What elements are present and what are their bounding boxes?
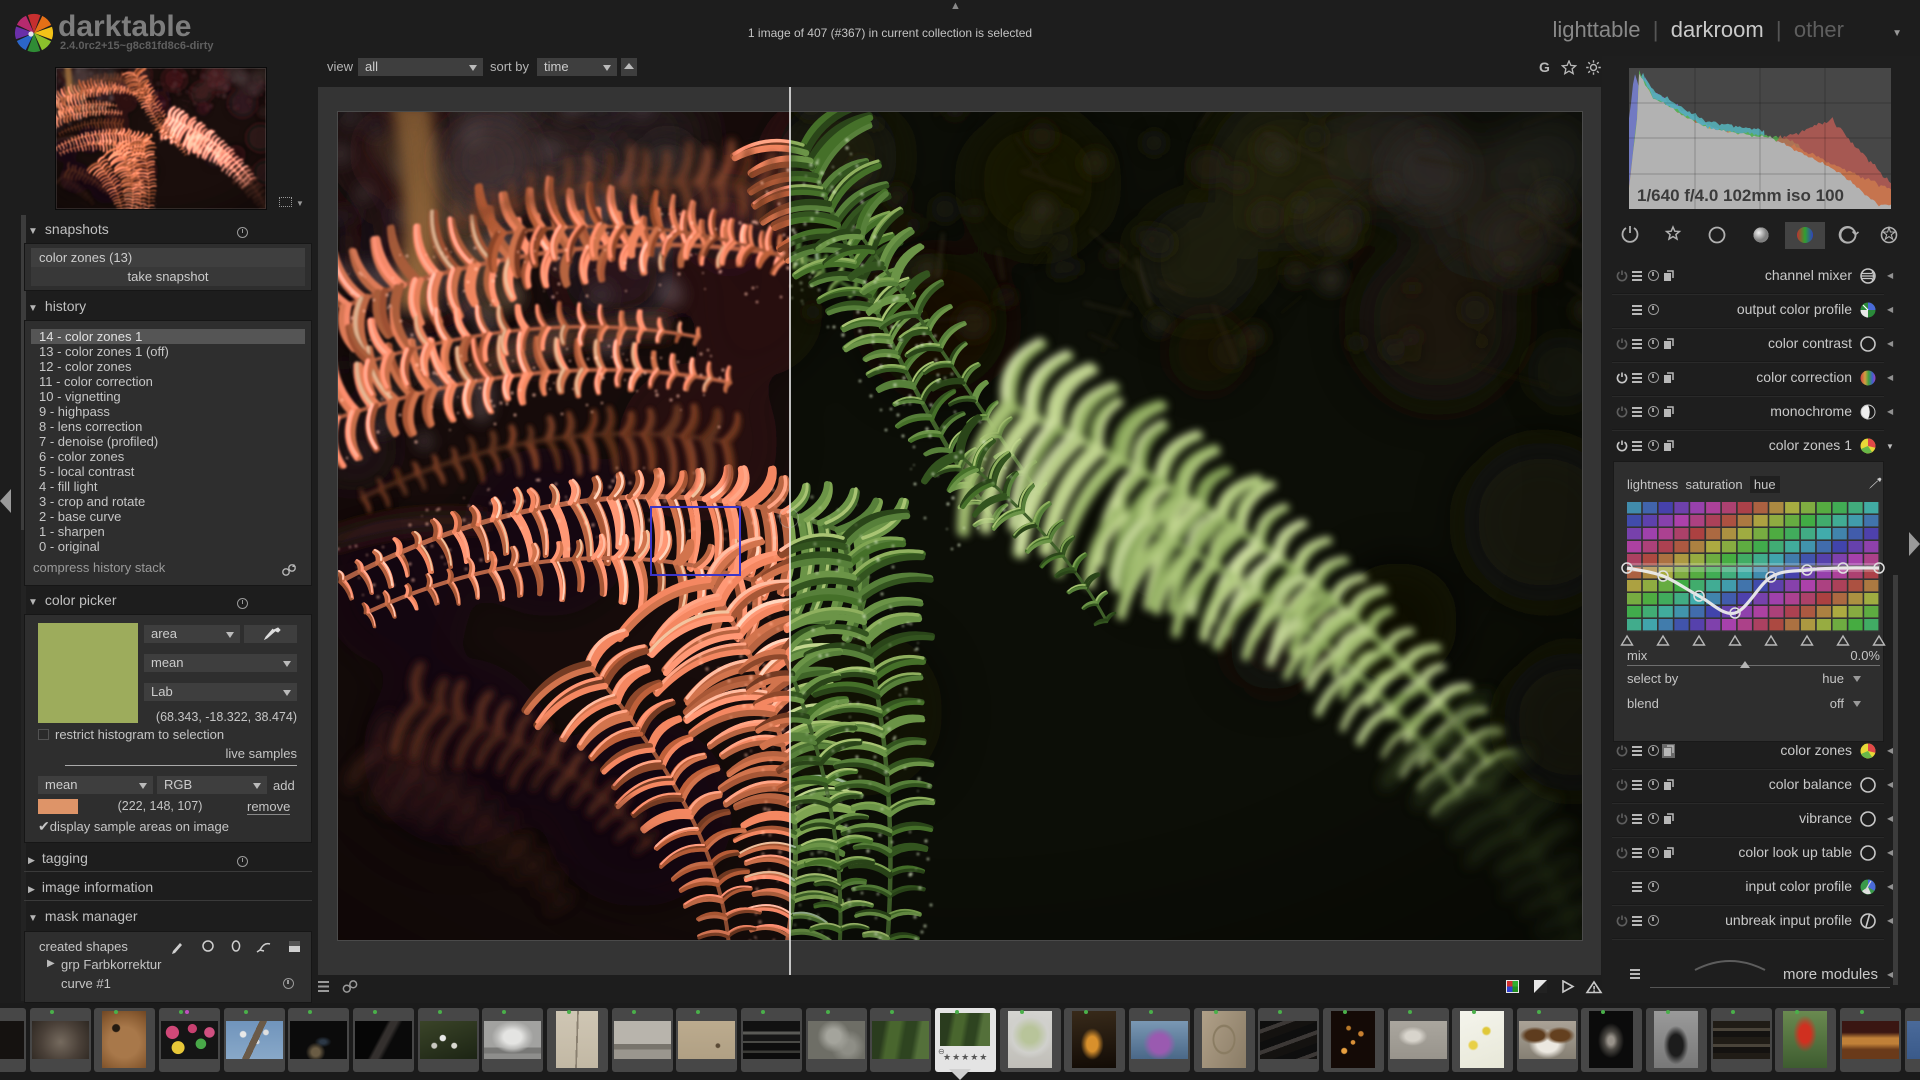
svg-text:1/640 f/4.0 102mm iso 100: 1/640 f/4.0 102mm iso 100 [1637,186,1844,205]
